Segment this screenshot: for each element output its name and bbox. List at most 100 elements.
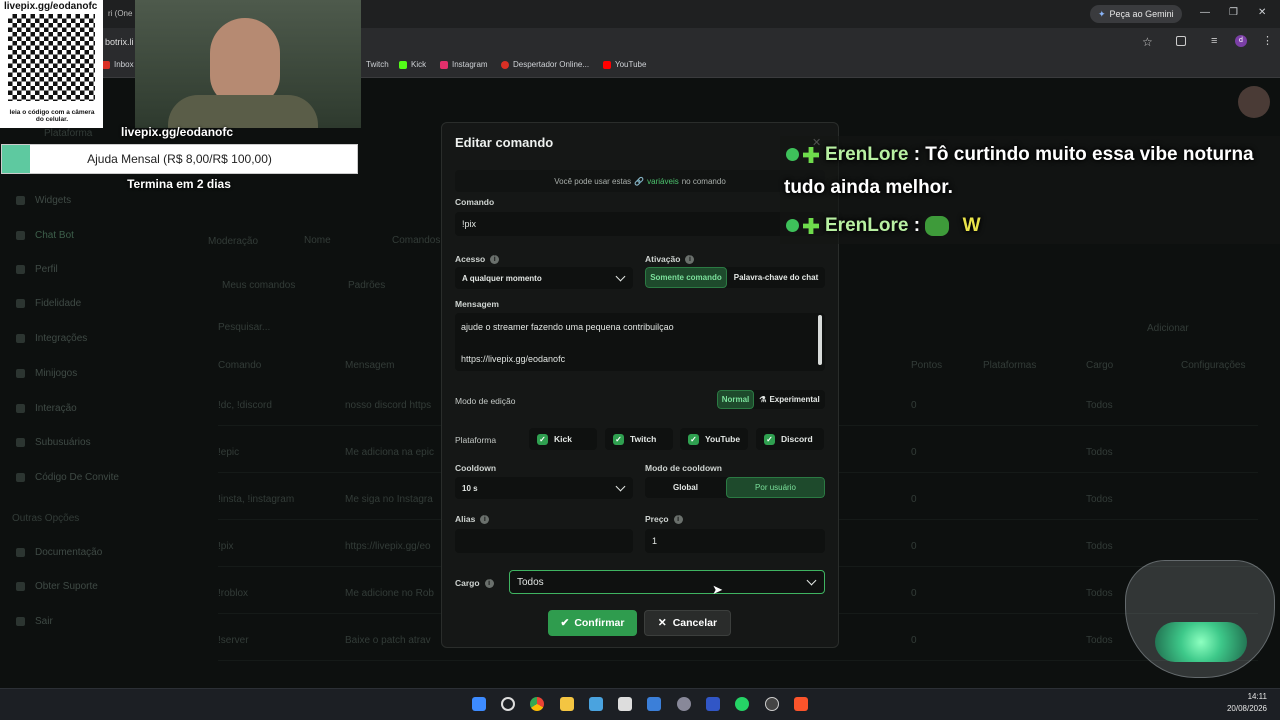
- subtab-padroes[interactable]: Padrões: [348, 280, 385, 291]
- tab-moderacao[interactable]: Moderação: [208, 236, 258, 247]
- message-scrollbar[interactable]: [818, 315, 822, 365]
- cooldown-mode-global[interactable]: Global: [645, 477, 726, 498]
- goal-deadline: Termina em 2 dias: [127, 177, 231, 191]
- platform-youtube[interactable]: ✓ YouTube: [680, 428, 748, 450]
- qr-code: [8, 14, 95, 101]
- message-line-1: ajude o streamer fazendo uma pequena con…: [461, 322, 674, 332]
- sidebar-item-documentacao[interactable]: Documentação: [16, 547, 102, 558]
- chat-bot-icon: [16, 231, 25, 240]
- command-input[interactable]: !pix: [455, 212, 825, 236]
- message-label: Mensagem: [455, 299, 499, 309]
- bookmark-inbox[interactable]: Inbox: [102, 60, 134, 69]
- row-role: Todos: [1086, 541, 1113, 552]
- sidebar-item-sair[interactable]: Sair: [16, 616, 53, 627]
- bookmark-kick[interactable]: Kick: [399, 60, 426, 69]
- search-icon[interactable]: [501, 697, 515, 711]
- widgets-icon: [16, 196, 25, 205]
- sidebar-item-convite[interactable]: Código De Convite: [16, 472, 119, 483]
- row-message: Me siga no Instagra: [345, 494, 433, 505]
- media-icon[interactable]: ≡: [1211, 35, 1217, 47]
- address-bar[interactable]: botrix.li: [105, 37, 134, 47]
- edit-mode-toggle: Normal ⚗ Experimental: [717, 390, 825, 409]
- mouse-cursor-icon: ➤: [712, 582, 723, 597]
- bookmark-twitch[interactable]: Twitch: [366, 60, 389, 69]
- alias-input[interactable]: [455, 529, 633, 553]
- info-icon: i: [490, 255, 500, 265]
- cooldown-label: Cooldown: [455, 463, 497, 473]
- chat-message-continued: tudo ainda melhor.: [784, 177, 953, 198]
- bookmark-youtube[interactable]: YouTube: [603, 60, 646, 69]
- row-message: Me adiciona na epic: [345, 447, 434, 458]
- sidebar-item-perfil[interactable]: Perfil: [16, 264, 58, 275]
- profile-avatar[interactable]: d: [1235, 35, 1247, 47]
- platform-kick[interactable]: ✓ Kick: [529, 428, 597, 450]
- kick-badge-icon: [803, 217, 819, 234]
- kick-icon: [399, 60, 407, 69]
- bookmark-instagram[interactable]: Instagram: [440, 60, 488, 69]
- folder-icon[interactable]: [560, 697, 574, 711]
- subtab-meus-comandos[interactable]: Meus comandos: [222, 280, 295, 291]
- variables-link[interactable]: variáveis: [647, 177, 679, 186]
- clock-icon: [501, 60, 509, 69]
- edit-mode-normal[interactable]: Normal: [717, 390, 754, 409]
- verified-badge-icon: [786, 219, 799, 233]
- star-icon[interactable]: ☆: [1142, 35, 1153, 49]
- command-label: Comando: [455, 197, 495, 207]
- cooldown-select[interactable]: 10 s: [455, 477, 633, 499]
- maximize-button[interactable]: ❐: [1229, 7, 1238, 18]
- access-select[interactable]: A qualquer momento: [455, 267, 633, 289]
- mail-icon[interactable]: [647, 697, 661, 711]
- price-input[interactable]: 1: [645, 529, 825, 553]
- sidebar-item-widgets[interactable]: Widgets: [16, 195, 71, 206]
- sidebar-item-fidelidade[interactable]: Fidelidade: [16, 298, 81, 309]
- settings-icon[interactable]: [677, 697, 691, 711]
- row-points: 0: [911, 588, 917, 599]
- app-icon[interactable]: [706, 697, 720, 711]
- row-points: 0: [911, 541, 917, 552]
- platform-twitch[interactable]: ✓ Twitch: [605, 428, 673, 450]
- tab-comandos[interactable]: Comandos: [392, 235, 440, 246]
- row-role: Todos: [1086, 447, 1113, 458]
- chat-message: ErenLore : W: [786, 215, 981, 237]
- gemini-button[interactable]: ✦ Peça ao Gemini: [1090, 5, 1182, 23]
- extensions-icon[interactable]: [1176, 36, 1186, 46]
- frog-emote-icon: [925, 215, 950, 236]
- bookmark-despertador[interactable]: Despertador Online...: [501, 60, 589, 69]
- activation-keyword[interactable]: Palavra-chave do chat: [727, 267, 825, 288]
- sidebar-item-chat-bot[interactable]: Chat Bot: [16, 230, 74, 241]
- tab-nome[interactable]: Nome: [304, 235, 331, 246]
- clock-time[interactable]: 14:11: [1215, 692, 1267, 701]
- obs-icon[interactable]: [765, 697, 779, 711]
- row-command: !insta, !instagram: [218, 494, 295, 505]
- platform-discord[interactable]: ✓ Discord: [756, 428, 824, 450]
- confirm-button[interactable]: ✔ Confirmar: [548, 610, 637, 636]
- whatsapp-icon[interactable]: [735, 697, 749, 711]
- close-window-button[interactable]: ✕: [1258, 7, 1266, 18]
- edit-mode-label: Modo de edição: [455, 396, 516, 406]
- start-icon[interactable]: [472, 697, 486, 711]
- activation-command-only[interactable]: Somente comando: [645, 267, 727, 288]
- store-icon[interactable]: [589, 697, 603, 711]
- music-icon: [16, 404, 25, 413]
- sidebar-item-integracoes[interactable]: Integrações: [16, 333, 87, 344]
- menu-icon[interactable]: ⋮: [1262, 34, 1273, 47]
- row-points: 0: [911, 635, 917, 646]
- clock-date[interactable]: 20/08/2026: [1215, 704, 1267, 713]
- gemini-icon: ✦: [1098, 8, 1106, 19]
- calculator-icon[interactable]: [618, 697, 632, 711]
- cancel-button[interactable]: ✕ Cancelar: [644, 610, 731, 636]
- edit-mode-experimental[interactable]: ⚗ Experimental: [754, 390, 825, 409]
- sidebar-item-suporte[interactable]: Obter Suporte: [16, 581, 98, 592]
- sidebar-item-minijogos[interactable]: Minijogos: [16, 368, 77, 379]
- sidebar-item-subusuarios[interactable]: Subusuários: [16, 437, 91, 448]
- minimize-button[interactable]: —: [1200, 7, 1210, 18]
- sidebar-item-interacao[interactable]: Interação: [16, 403, 77, 414]
- chrome-icon[interactable]: [530, 697, 544, 711]
- role-select[interactable]: Todos: [509, 570, 825, 594]
- user-avatar[interactable]: [1238, 86, 1270, 118]
- brave-icon[interactable]: [794, 697, 808, 711]
- col-comando: Comando: [218, 360, 262, 371]
- search-input[interactable]: Pesquisar...: [218, 322, 270, 333]
- cooldown-mode-per-user[interactable]: Por usuário: [726, 477, 825, 498]
- add-command-button[interactable]: Adicionar: [1147, 323, 1189, 334]
